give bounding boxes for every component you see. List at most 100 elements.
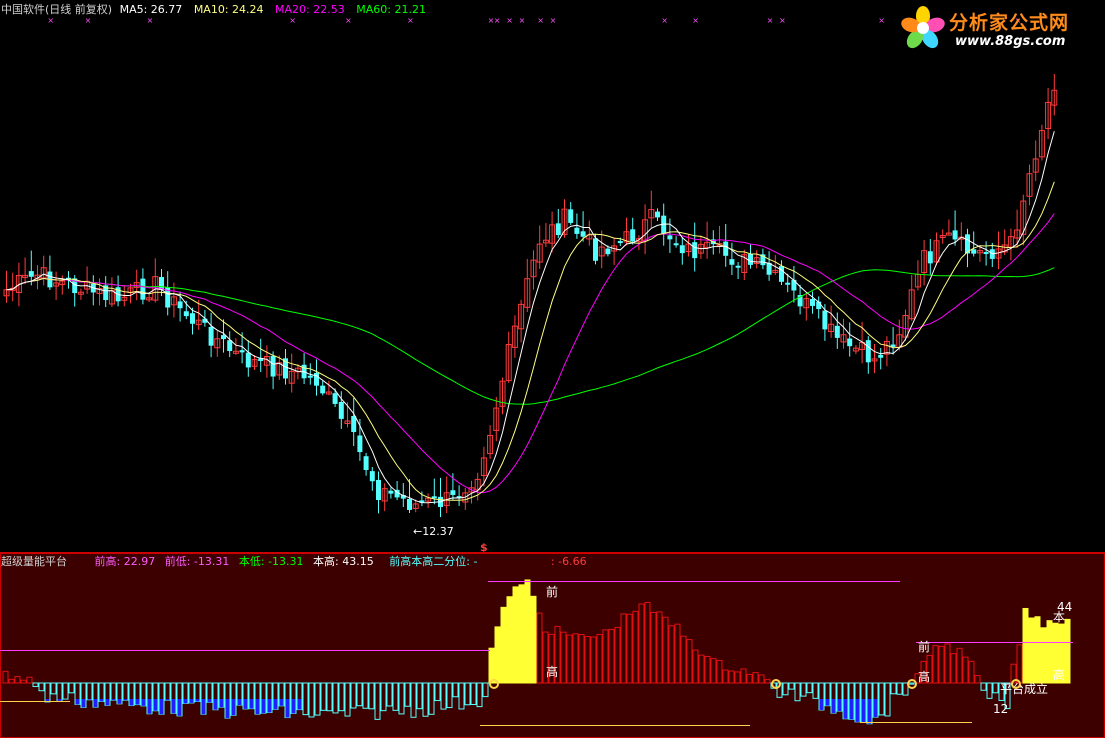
candle-body-down (338, 401, 344, 419)
signal-x-marker: × (147, 16, 154, 25)
bar-negative-deep (261, 699, 266, 714)
ma60-label: MA60: 21.21 (356, 3, 426, 16)
sub-annotation: 12 (993, 702, 1008, 716)
signal-x-marker: × (692, 16, 699, 25)
signal-x-marker: × (506, 16, 513, 25)
candle-body-down (723, 241, 729, 256)
bar-negative-deep (831, 699, 836, 714)
candle-body-down (630, 229, 636, 242)
candle-body-down (810, 298, 815, 306)
candle-body-down (239, 350, 245, 353)
candle-body-down (388, 490, 394, 494)
bar-negative-deep (273, 699, 278, 710)
candle-body-down (245, 352, 251, 368)
bar-negative-deep (111, 699, 116, 701)
candle-body-down (667, 235, 673, 240)
bar-positive (506, 596, 513, 684)
candle-body-down (190, 313, 195, 324)
prev-low-label: 前低: -13.31 (164, 555, 230, 568)
bar-negative-deep (129, 699, 134, 706)
buy-signal-marker: $ (480, 541, 488, 553)
bar-negative-deep (279, 699, 284, 706)
bar-positive (512, 586, 519, 684)
candle-body-down (952, 230, 958, 240)
candle-body-down (971, 249, 977, 254)
bar-negative-deep (81, 699, 86, 708)
bar-positive (1046, 620, 1053, 684)
bar-negative-deep (135, 699, 140, 705)
sub-annotation: 前 (546, 584, 558, 599)
bar-negative-deep (57, 699, 62, 702)
candle-body-down (822, 310, 828, 330)
bar-negative-deep (843, 699, 848, 719)
bar-negative-deep (225, 699, 230, 719)
quartile-value: : -6.66 (550, 555, 587, 568)
signal-x-marker: × (767, 16, 774, 25)
low-price-label: ←12.37 (413, 525, 454, 538)
signal-x-marker: × (85, 16, 92, 25)
bar-negative-deep (849, 699, 854, 720)
sub-annotation: 高 (918, 669, 930, 684)
candle-body-down (183, 311, 189, 317)
signal-x-marker: × (878, 16, 885, 25)
bar-negative-deep (213, 699, 218, 710)
bar-negative-deep (201, 699, 206, 715)
logo-name: 分析家公式网 (949, 12, 1070, 34)
candle-body-down (661, 215, 667, 235)
candle-body-down (431, 496, 437, 499)
ma20-line (6, 213, 1055, 494)
candle-body-down (376, 479, 381, 501)
bar-negative-deep (195, 699, 200, 702)
site-logo[interactable]: 分析家公式网 www.88gs.com (897, 4, 1097, 54)
bar-positive (1034, 616, 1041, 684)
candle-body-down (208, 326, 214, 346)
candle-body-down (320, 385, 326, 394)
candle-body-down (847, 338, 853, 347)
bar-negative-deep (285, 699, 290, 718)
flower-logo-icon (901, 6, 945, 49)
candle-body-down (140, 278, 146, 300)
bar-negative-deep (255, 699, 260, 715)
candle-body-down (748, 254, 753, 265)
signal-x-marker: × (537, 16, 544, 25)
bar-negative-deep (231, 699, 236, 716)
bar-negative-deep (237, 699, 242, 706)
main-chart-legend: 中国软件(日线 前复权) MA5: 26.77 MA10: 24.24 MA20… (1, 3, 426, 17)
signal-x-marker: × (661, 16, 668, 25)
bar-positive (494, 626, 501, 684)
candle-body-down (605, 248, 611, 255)
signal-x-marker: × (47, 16, 54, 25)
candle-body-down (729, 259, 735, 265)
stock-title: 中国软件(日线 前复权) (1, 3, 113, 16)
bar-positive (1064, 618, 1071, 684)
candle-body-down (332, 393, 338, 404)
bar-positive (1040, 627, 1047, 684)
bar-negative-deep (105, 699, 110, 706)
candle-body-down (785, 282, 791, 285)
candle-body-down (673, 243, 679, 246)
candle-body-down (617, 241, 623, 244)
quartile-label: 前高本高二分位: - (389, 555, 478, 568)
candle-body-down (363, 456, 369, 470)
sub-annotation: 前 (918, 639, 930, 654)
signal-x-marker: × (345, 16, 352, 25)
bar-negative-deep (183, 699, 188, 704)
bar-negative-deep (75, 699, 80, 705)
cur-high-label: 本高: 43.15 (313, 555, 374, 568)
sub-annotation: 平台成立 (1000, 681, 1048, 696)
sub-chart-background (0, 553, 1105, 738)
signal-x-marker: × (289, 16, 296, 25)
candle-body-down (450, 490, 456, 495)
candle-body-down (983, 252, 989, 255)
prev-high-label: 前高: 22.97 (94, 555, 156, 568)
indicator-title: 超级量能平台 (1, 555, 67, 568)
bar-positive (530, 595, 537, 684)
signal-x-marker: × (550, 16, 557, 25)
sub-annotation: 高 (1053, 667, 1065, 682)
ma5-label: MA5: 26.77 (119, 3, 183, 16)
bar-negative-deep (171, 699, 176, 714)
ma20-label: MA20: 22.53 (275, 3, 345, 16)
bar-negative-deep (153, 699, 158, 711)
signal-x-marker: × (519, 16, 526, 25)
candle-body-down (307, 375, 313, 378)
